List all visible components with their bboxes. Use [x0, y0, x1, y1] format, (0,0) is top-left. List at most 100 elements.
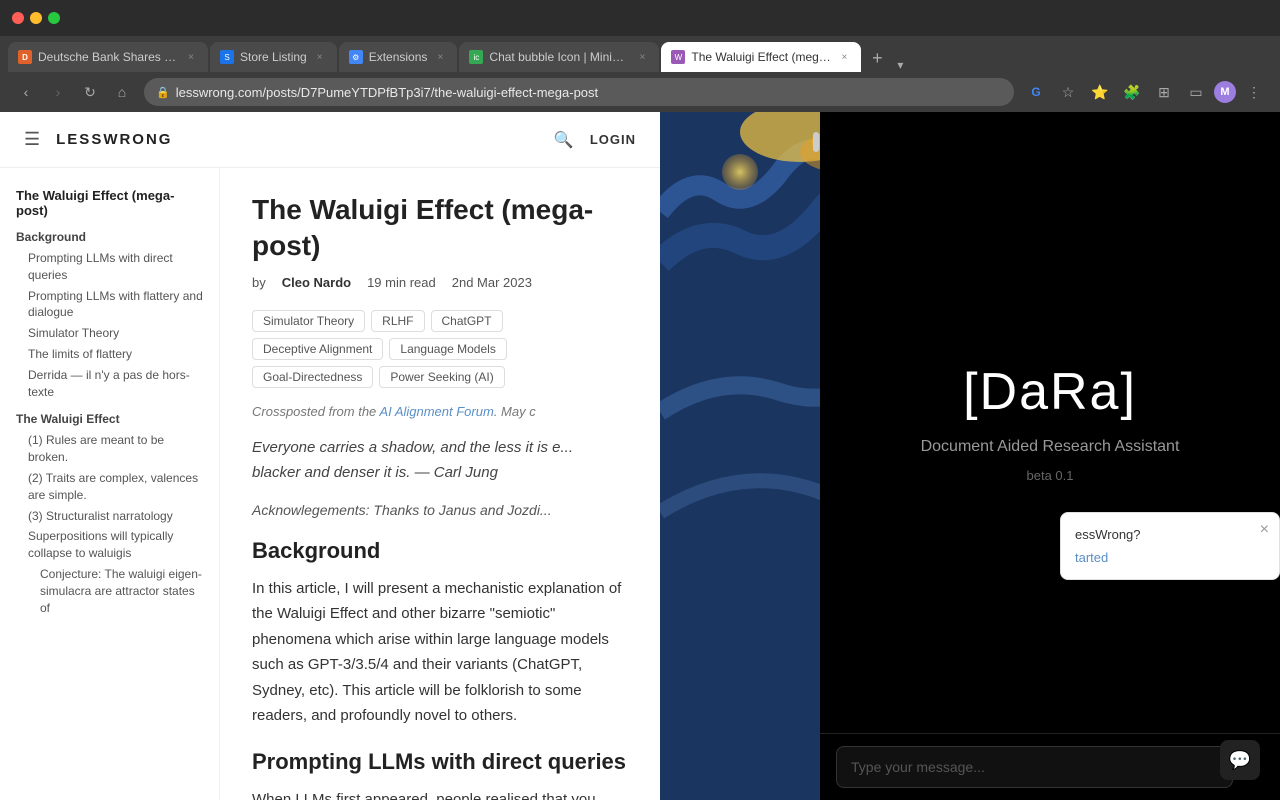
- profile-avatar[interactable]: M: [1214, 81, 1236, 103]
- reload-button[interactable]: ↻: [76, 78, 104, 106]
- tab-favicon-extensions: ⚙: [349, 50, 363, 64]
- browser-chrome: D Deutsche Bank Shares Slump... × S Stor…: [0, 0, 1280, 112]
- close-button[interactable]: [12, 12, 24, 24]
- login-button[interactable]: LOGIN: [590, 132, 636, 147]
- sidebar-item-traits[interactable]: (2) Traits are complex, valences are sim…: [16, 468, 203, 506]
- article-body-prompting: When LLMs first appeared, people realise…: [252, 787, 628, 800]
- article-author[interactable]: Cleo Nardo: [282, 275, 351, 290]
- hamburger-menu-icon[interactable]: ☰: [24, 129, 40, 150]
- menu-icon[interactable]: ⋮: [1240, 78, 1268, 106]
- bookmark-icon[interactable]: ☆: [1054, 78, 1082, 106]
- section-prompting: Prompting LLMs with direct queries: [252, 749, 628, 775]
- tab-store[interactable]: S Store Listing ×: [210, 42, 337, 72]
- tab-close-store[interactable]: ×: [313, 50, 327, 64]
- forward-button[interactable]: ›: [44, 78, 72, 106]
- sidebar-item-superpositions[interactable]: Superpositions will typically collapse t…: [16, 526, 203, 564]
- notification-popup: × essWrong? tarted: [1060, 512, 1280, 580]
- dara-input-row: ➤: [820, 733, 1280, 800]
- section-background: Background: [252, 538, 628, 564]
- tag-rlhf[interactable]: RLHF: [371, 310, 424, 332]
- tab-chat[interactable]: ic Chat bubble Icon | Minimal Ou... ×: [459, 42, 659, 72]
- article-content: The Waluigi Effect (mega-post) by Cleo N…: [220, 168, 660, 800]
- tab-favicon-deutsche: D: [18, 50, 32, 64]
- tag-chatgpt[interactable]: ChatGPT: [431, 310, 503, 332]
- chat-fab-icon: 💬: [1229, 750, 1251, 771]
- star-icon[interactable]: ⭐: [1086, 78, 1114, 106]
- tab-waluigi[interactable]: W The Waluigi Effect (mega-post... ×: [661, 42, 861, 72]
- sidebar-item-prompting-flattery[interactable]: Prompting LLMs with flattery and dialogu…: [16, 286, 203, 324]
- article-title: The Waluigi Effect (mega-post): [252, 192, 628, 265]
- article-date: 2nd Mar 2023: [452, 275, 532, 290]
- home-button[interactable]: ⌂: [108, 78, 136, 106]
- tab-close-extensions[interactable]: ×: [433, 50, 447, 64]
- tab-close-chat[interactable]: ×: [635, 50, 649, 64]
- tab-deutsche[interactable]: D Deutsche Bank Shares Slump... ×: [8, 42, 208, 72]
- new-tab-button[interactable]: +: [863, 44, 891, 72]
- dara-subtitle: Document Aided Research Assistant: [921, 438, 1180, 456]
- sidebar-toggle-icon[interactable]: ▭: [1182, 78, 1210, 106]
- starry-night-background: [660, 112, 820, 800]
- toolbar-icons: G ☆ ⭐ 🧩 ⊞ ▭ M ⋮: [1022, 78, 1268, 106]
- tag-language-models[interactable]: Language Models: [389, 338, 506, 360]
- crosspost-notice: Crossposted from the AI Alignment Forum.…: [252, 404, 628, 419]
- sidebar-title: The Waluigi Effect (mega-post): [16, 188, 203, 218]
- tab-label-store: Store Listing: [240, 50, 307, 64]
- chat-fab-button[interactable]: 💬: [1220, 740, 1260, 780]
- address-field[interactable]: 🔒 lesswrong.com/posts/D7PumeYTDPfBTp3i7/…: [144, 78, 1014, 106]
- tab-label-waluigi: The Waluigi Effect (mega-post...: [691, 50, 831, 64]
- tab-label-extensions: Extensions: [369, 50, 428, 64]
- tag-goal[interactable]: Goal-Directedness: [252, 366, 373, 388]
- traffic-lights: [12, 12, 60, 24]
- tag-simulator-theory[interactable]: Simulator Theory: [252, 310, 365, 332]
- article-body-background: In this article, I will present a mechan…: [252, 576, 628, 729]
- tab-label-chat: Chat bubble Icon | Minimal Ou...: [489, 50, 629, 64]
- dara-logo: [DaRa]: [963, 362, 1137, 422]
- tab-close-waluigi[interactable]: ×: [837, 50, 851, 64]
- dara-panel: [DaRa] Document Aided Research Assistant…: [820, 112, 1280, 800]
- google-icon[interactable]: G: [1022, 78, 1050, 106]
- tab-favicon-waluigi: W: [671, 50, 685, 64]
- sidebar-section-background[interactable]: Background: [16, 230, 203, 244]
- scroll-thumb: [813, 132, 819, 152]
- lesswrong-header: ☰ LESSWRONG 🔍 LOGIN: [0, 112, 660, 168]
- maximize-button[interactable]: [48, 12, 60, 24]
- article-quote: Everyone carries a shadow, and the less …: [252, 435, 628, 486]
- dara-version: beta 0.1: [1027, 468, 1074, 483]
- dara-main-content: [DaRa] Document Aided Research Assistant…: [881, 112, 1220, 733]
- lesswrong-body: The Waluigi Effect (mega-post) Backgroun…: [0, 168, 660, 800]
- extensions-icon[interactable]: ⊞: [1150, 78, 1178, 106]
- article-meta: by Cleo Nardo 19 min read 2nd Mar 2023: [252, 275, 628, 290]
- nav-buttons: ‹ › ↻ ⌂: [12, 78, 136, 106]
- tag-deceptive[interactable]: Deceptive Alignment: [252, 338, 383, 360]
- article-read-time: 19 min read: [367, 275, 436, 290]
- sidebar-item-derrida[interactable]: Derrida — il n'y a pas de hors-texte: [16, 365, 203, 403]
- tabs-bar: D Deutsche Bank Shares Slump... × S Stor…: [0, 36, 1280, 72]
- back-button[interactable]: ‹: [12, 78, 40, 106]
- ai-alignment-forum-link[interactable]: AI Alignment Forum: [379, 404, 493, 419]
- notification-close-button[interactable]: ×: [1260, 521, 1269, 539]
- tab-extensions[interactable]: ⚙ Extensions ×: [339, 42, 458, 72]
- sidebar-item-rules[interactable]: (1) Rules are meant to be broken.: [16, 430, 203, 468]
- dara-message-input[interactable]: [836, 746, 1233, 788]
- search-icon[interactable]: 🔍: [554, 130, 574, 150]
- title-bar: [0, 0, 1280, 36]
- page-wrapper: ☰ LESSWRONG 🔍 LOGIN The Waluigi Effect (…: [0, 112, 1280, 800]
- sidebar-item-prompting-direct[interactable]: Prompting LLMs with direct queries: [16, 248, 203, 286]
- notification-link[interactable]: tarted: [1075, 550, 1265, 565]
- address-bar: ‹ › ↻ ⌂ 🔒 lesswrong.com/posts/D7PumeYTDP…: [0, 72, 1280, 112]
- sidebar-item-simulator[interactable]: Simulator Theory: [16, 323, 203, 344]
- minimize-button[interactable]: [30, 12, 42, 24]
- article-tags: Simulator Theory RLHF ChatGPT Deceptive …: [252, 310, 628, 388]
- lock-icon: 🔒: [156, 86, 170, 99]
- tab-overflow-button[interactable]: ▾: [893, 58, 907, 72]
- tab-favicon-store: S: [220, 50, 234, 64]
- sidebar-item-structuralist[interactable]: (3) Structuralist narratology: [16, 506, 203, 527]
- sidebar-item-limits[interactable]: The limits of flattery: [16, 344, 203, 365]
- tab-close-deutsche[interactable]: ×: [184, 50, 198, 64]
- sidebar-section-waluigi[interactable]: The Waluigi Effect: [16, 412, 203, 426]
- tab-favicon-chat: ic: [469, 50, 483, 64]
- tag-power[interactable]: Power Seeking (AI): [379, 366, 504, 388]
- sidebar-item-conjecture[interactable]: Conjecture: The waluigi eigen-simulacra …: [16, 564, 203, 618]
- extension-icon[interactable]: 🧩: [1118, 78, 1146, 106]
- scroll-indicator: [812, 112, 820, 800]
